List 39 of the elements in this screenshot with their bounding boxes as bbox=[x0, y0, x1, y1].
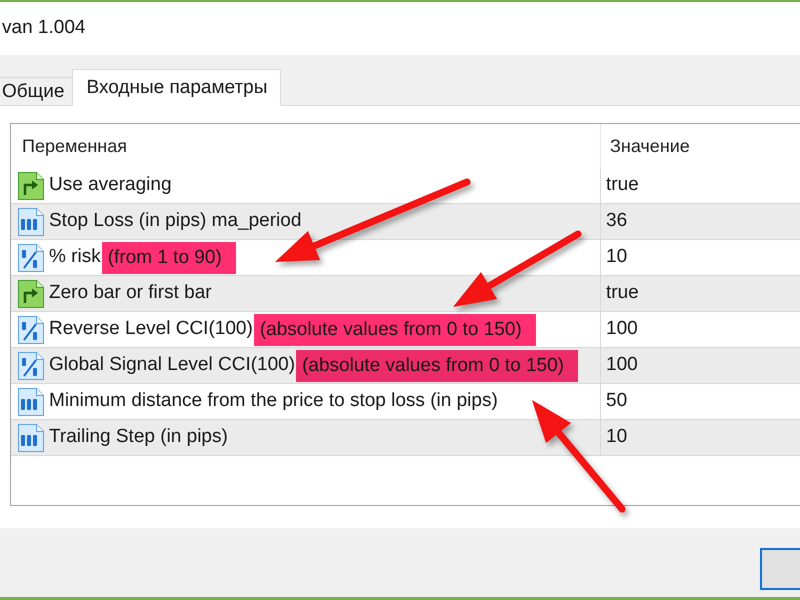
dialog-button[interactable] bbox=[760, 548, 800, 590]
arrow-document-icon bbox=[17, 278, 45, 308]
tab[interactable]: Входные параметры bbox=[72, 69, 282, 106]
number-document-icon bbox=[17, 422, 45, 452]
parameter-value[interactable]: true bbox=[600, 168, 800, 203]
parameter-name: Minimum distance from the price to stop loss (in pips) bbox=[49, 389, 498, 414]
parameter-value[interactable]: 100 bbox=[600, 312, 800, 347]
parameter-name: Reverse Level CCI(100) bbox=[49, 317, 253, 342]
column-header[interactable]: Переменная bbox=[11, 124, 600, 168]
parameter-value[interactable]: 100 bbox=[600, 348, 800, 383]
fraction-document-icon bbox=[17, 242, 45, 272]
parameter-value[interactable]: 50 bbox=[600, 384, 800, 419]
window-title: van 1.004 bbox=[1, 16, 86, 40]
fraction-document-icon bbox=[17, 350, 45, 380]
table-row[interactable]: Trailing Step (in pips) 10 bbox=[11, 420, 800, 456]
table-row[interactable]: Minimum distance from the price to stop loss (in pips) 50 bbox=[11, 384, 800, 420]
table-row[interactable]: Stop Loss (in pips) ma_period 36 bbox=[11, 204, 800, 240]
highlighted-note: (from 1 to 90) bbox=[102, 242, 236, 274]
parameter-name: % risk bbox=[49, 245, 101, 270]
table-row[interactable]: Zero bar or first bar true bbox=[11, 276, 800, 312]
parameter-value[interactable]: 10 bbox=[600, 420, 800, 455]
fraction-document-icon bbox=[17, 314, 45, 344]
number-document-icon bbox=[17, 206, 45, 236]
parameter-name: Use averaging bbox=[49, 173, 172, 198]
table-row[interactable]: Reverse Level CCI(100) (absolute values from 0 to 150) 100 bbox=[11, 312, 800, 348]
parameter-name: Global Signal Level CCI(100) bbox=[49, 353, 296, 378]
highlighted-note: (absolute values from 0 to 150) bbox=[254, 314, 536, 346]
table-row[interactable]: Global Signal Level CCI(100) (absolute values from 0 to 150) 100 bbox=[11, 348, 800, 384]
parameter-value[interactable]: 36 bbox=[600, 204, 800, 239]
table-row[interactable]: % risk (from 1 to 90) 10 bbox=[11, 240, 800, 276]
parameter-value[interactable]: 10 bbox=[600, 240, 800, 275]
parameter-value[interactable]: true bbox=[600, 276, 800, 311]
number-document-icon bbox=[17, 386, 45, 416]
parameter-name: Trailing Step (in pips) bbox=[49, 425, 228, 450]
table-row[interactable]: Use averaging true bbox=[11, 168, 800, 204]
parameter-name: Stop Loss (in pips) ma_period bbox=[49, 209, 302, 234]
parameter-name: Zero bar or first bar bbox=[49, 281, 212, 306]
highlighted-note: (absolute values from 0 to 150) bbox=[296, 350, 578, 382]
arrow-document-icon bbox=[17, 170, 45, 200]
